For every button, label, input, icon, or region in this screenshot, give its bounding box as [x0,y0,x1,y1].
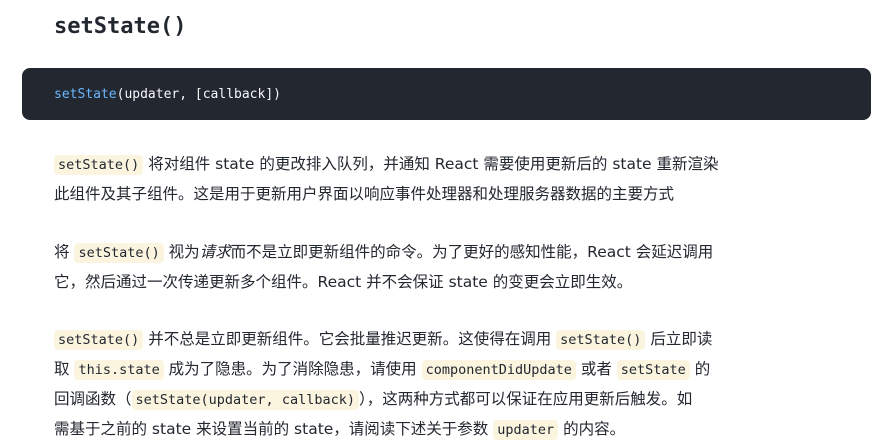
paragraph-text: 成为了隐患。为了消除隐患，请使用 [163,360,422,378]
code-block: setState (updater, [callback]) [22,68,871,120]
paragraph-text: 后立即读 [645,330,713,348]
paragraph-text: 它，然后通过一次传递更新多个组件。React 并不会保证 state 的变更会立… [54,273,633,291]
paragraph-text: 将 [54,243,75,261]
paragraph-intro: setState() 将对组件 state 的更改排入队列，并通知 React … [54,150,844,209]
emphasis-text: 请求 [199,243,231,261]
section-title: setState() [54,14,187,39]
paragraph-text: 或者 [575,360,617,378]
paragraph-text: ），这两种方式都可以保证在应用更新后触发。如 [358,390,693,408]
paragraph-text: 需基于之前的 state 来设置当前的 state，请阅读下述关于参数 [54,420,494,438]
paragraph-text: 将对组件 state 的更改排入队列，并通知 React 需要使用更新后的 st… [143,155,719,173]
paragraph-text: 而不是立即更新组件的命令。为了更好的感知性能，React 会延迟调用 [230,243,714,261]
inline-code: setState() [54,155,144,175]
paragraph-request: 将 setState() 视为请求而不是立即更新组件的命令。为了更好的感知性能，… [54,238,844,297]
code-arguments: (updater, [callback]) [116,86,281,102]
inline-code: this.state [74,360,164,380]
inline-code: setState() [74,243,164,263]
paragraph-text: 的内容。 [558,420,626,438]
paragraph-text: 视为 [163,243,200,261]
paragraph-text: 的 [689,360,711,378]
inline-code: setState() [54,330,144,350]
code-function-name: setState [54,86,117,102]
inline-code: updater [493,420,559,440]
paragraph-text: 此组件及其子组件。这是用于更新用户界面以响应事件处理器和处理服务器数据的主要方式 [54,185,675,203]
inline-code: setState(updater, callback) [131,390,359,410]
paragraph-text: 取 [54,360,75,378]
paragraph-text: 并不总是立即更新组件。它会批量推迟更新。这使得在调用 [143,330,557,348]
paragraph-text: 回调函数（ [54,390,132,408]
inline-code: setState [616,360,690,380]
inline-code: componentDidUpdate [421,360,576,380]
inline-code: setState() [556,330,646,350]
paragraph-batching: setState() 并不总是立即更新组件。它会批量推迟更新。这使得在调用 se… [54,325,844,445]
